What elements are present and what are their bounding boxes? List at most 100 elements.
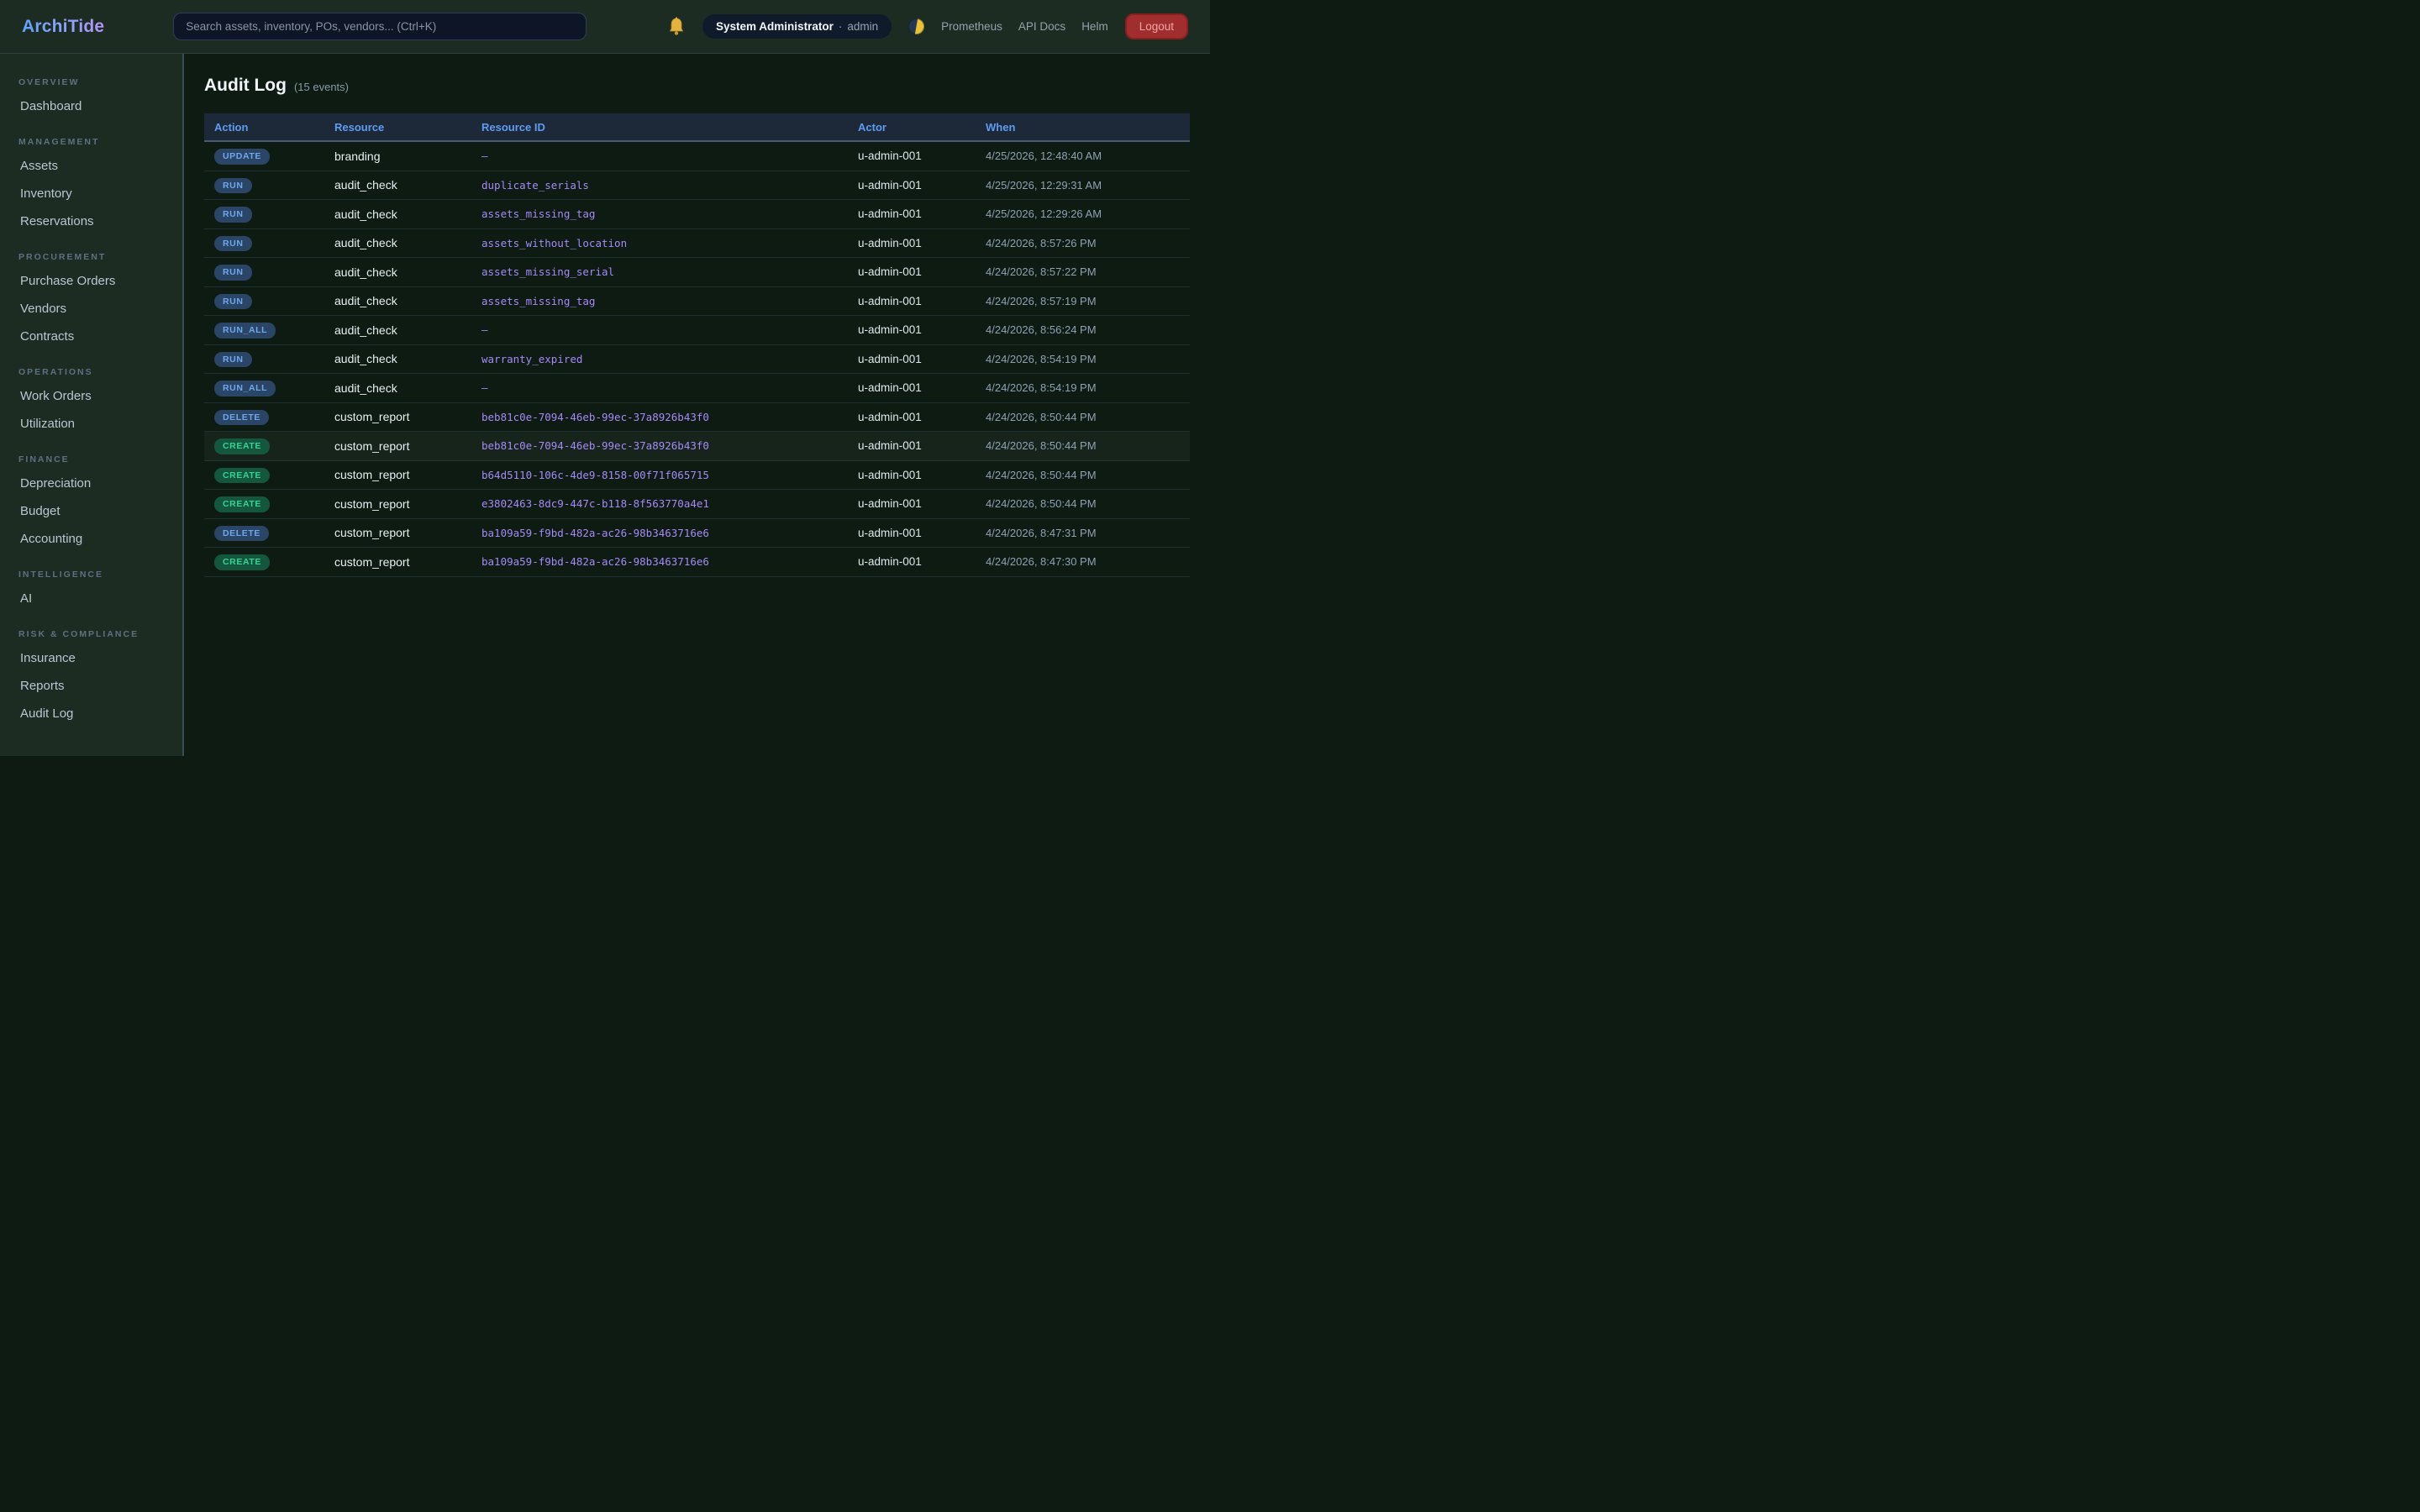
app-shell: OVERVIEWDashboardMANAGEMENTAssetsInvento…	[0, 54, 1210, 756]
sidebar-item-contracts[interactable]: Contracts	[18, 323, 172, 350]
table-row[interactable]: CREATEcustom_reportb64d5110-106c-4de9-81…	[204, 461, 1190, 491]
when-cell: 4/24/2026, 8:50:44 PM	[976, 411, 1190, 423]
action-cell: RUN	[204, 351, 324, 368]
action-cell: RUN	[204, 206, 324, 223]
header-link-prometheus[interactable]: Prometheus	[941, 20, 1002, 33]
actor-cell: u-admin-001	[848, 497, 976, 510]
action-cell: RUN	[204, 235, 324, 252]
sidebar-item-inventory[interactable]: Inventory	[18, 180, 172, 207]
action-cell: CREATE	[204, 496, 324, 512]
actor-cell: u-admin-001	[848, 411, 976, 423]
sidebar-section-procurement: PROCUREMENTPurchase OrdersVendorsContrac…	[18, 252, 172, 350]
resource-cell: audit_check	[324, 294, 471, 307]
actor-cell: u-admin-001	[848, 381, 976, 394]
header-link-api-docs[interactable]: API Docs	[1018, 20, 1065, 33]
resource-cell: custom_report	[324, 468, 471, 481]
table-row[interactable]: DELETEcustom_reportbeb81c0e-7094-46eb-99…	[204, 403, 1190, 433]
sidebar-item-assets[interactable]: Assets	[18, 152, 172, 180]
when-cell: 4/24/2026, 8:57:19 PM	[976, 295, 1190, 307]
sidebar-section-label: FINANCE	[18, 454, 172, 465]
sidebar-item-vendors[interactable]: Vendors	[18, 295, 172, 323]
sidebar-item-work-orders[interactable]: Work Orders	[18, 382, 172, 410]
table-row[interactable]: RUNaudit_checkassets_missing_tagu-admin-…	[204, 200, 1190, 229]
when-cell: 4/24/2026, 8:47:30 PM	[976, 555, 1190, 568]
sidebar-item-budget[interactable]: Budget	[18, 497, 172, 525]
actor-cell: u-admin-001	[848, 265, 976, 278]
table-row[interactable]: RUN_ALLaudit_check–u-admin-0014/24/2026,…	[204, 374, 1190, 403]
resource-id-cell: –	[471, 150, 848, 162]
column-header-when: When	[976, 121, 1190, 134]
sidebar-item-accounting[interactable]: Accounting	[18, 525, 172, 553]
user-badge[interactable]: System Administrator · admin	[702, 14, 892, 39]
when-cell: 4/24/2026, 8:57:26 PM	[976, 237, 1190, 249]
resource-id-cell: ba109a59-f9bd-482a-ac26-98b3463716e6	[471, 555, 848, 568]
logout-button[interactable]: Logout	[1125, 13, 1188, 39]
table-row[interactable]: CREATE custom_reportba109a59-f9bd-482a-ac…	[204, 548, 1190, 577]
page-subtitle: (15 events)	[294, 81, 349, 93]
sidebar-item-insurance[interactable]: Insurance	[18, 644, 172, 672]
resource-cell: audit_check	[324, 178, 471, 192]
action-badge: RUN	[214, 236, 252, 252]
sidebar-item-purchase-orders[interactable]: Purchase Orders	[18, 267, 172, 295]
top-bar: ArchiTide System Administrator · admin P…	[0, 0, 1210, 54]
search-input[interactable]	[173, 13, 587, 40]
resource-id-cell: beb81c0e-7094-46eb-99ec-37a8926b43f0	[471, 439, 848, 452]
when-cell: 4/24/2026, 8:50:44 PM	[976, 439, 1190, 452]
resource-cell: branding	[324, 150, 471, 163]
resource-id-cell: beb81c0e-7094-46eb-99ec-37a8926b43f0	[471, 411, 848, 423]
table-row[interactable]: CREATEcustom_reportbeb81c0e-7094-46eb-99…	[204, 432, 1190, 461]
notification-bell-icon[interactable]	[667, 17, 686, 37]
sidebar-item-ai[interactable]: AI	[18, 585, 172, 612]
theme-toggle-moon-icon[interactable]	[908, 18, 924, 34]
table-row[interactable]: RUNaudit_checkwarranty_expiredu-admin-00…	[204, 345, 1190, 375]
actor-cell: u-admin-001	[848, 469, 976, 481]
action-badge: UPDATE	[214, 149, 270, 165]
resource-id-cell: duplicate_serials	[471, 179, 848, 192]
table-header-row: ActionResourceResource IDActorWhen	[204, 113, 1190, 142]
sidebar-section-intelligence: INTELLIGENCE AI	[18, 570, 172, 612]
table-row[interactable]: UPDATE branding–u-admin-0014/25/2026, 12:…	[204, 142, 1190, 171]
when-cell: 4/25/2026, 12:48:40 AM	[976, 150, 1190, 162]
resource-cell: custom_report	[324, 497, 471, 511]
sidebar-item-reports[interactable]: Reports	[18, 672, 172, 700]
resource-id-cell: assets_missing_tag	[471, 207, 848, 220]
resource-cell: audit_check	[324, 381, 471, 395]
table-row[interactable]: RUNaudit_checkassets_missing_serialu-adm…	[204, 258, 1190, 287]
main-content: Audit Log (15 events) ActionResourceReso…	[184, 54, 1210, 756]
sidebar-item-audit-log[interactable]: Audit Log	[18, 700, 172, 727]
table-row[interactable]: RUN_ALLaudit_check–u-admin-0014/24/2026,…	[204, 316, 1190, 345]
page-title: Audit Log	[204, 76, 287, 96]
table-row[interactable]: CREATEcustom_reporte3802463-8dc9-447c-b1…	[204, 490, 1190, 519]
header-link-helm[interactable]: Helm	[1081, 20, 1108, 33]
table-row[interactable]: RUNaudit_checkduplicate_serialsu-admin-0…	[204, 171, 1190, 201]
table-row[interactable]: DELETEcustom_reportba109a59-f9bd-482a-ac…	[204, 519, 1190, 549]
sidebar-section-overview: OVERVIEWDashboard	[18, 77, 172, 120]
resource-id-cell: ba109a59-f9bd-482a-ac26-98b3463716e6	[471, 527, 848, 539]
actor-cell: u-admin-001	[848, 555, 976, 568]
sidebar-section-finance: FINANCE DepreciationBudgetAccounting	[18, 454, 172, 553]
table-row[interactable]: RUNaudit_checkassets_without_locationu-a…	[204, 229, 1190, 259]
sidebar-item-dashboard[interactable]: Dashboard	[18, 92, 172, 120]
sidebar-item-reservations[interactable]: Reservations	[18, 207, 172, 235]
sidebar-section-risk-compliance: RISK & COMPLIANCEInsuranceReportsAudit L…	[18, 629, 172, 727]
resource-id-cell: –	[471, 381, 848, 394]
resource-id-cell: assets_without_location	[471, 237, 848, 249]
action-badge: CREATE	[214, 554, 270, 570]
sidebar-item-depreciation[interactable]: Depreciation	[18, 470, 172, 497]
when-cell: 4/24/2026, 8:47:31 PM	[976, 527, 1190, 539]
resource-cell: custom_report	[324, 555, 471, 569]
audit-log-table: ActionResourceResource IDActorWhen UPDAT…	[204, 113, 1190, 577]
actor-cell: u-admin-001	[848, 527, 976, 539]
resource-cell: audit_check	[324, 352, 471, 365]
action-badge: CREATE	[214, 496, 270, 512]
sidebar-item-utilization[interactable]: Utilization	[18, 410, 172, 438]
resource-cell: audit_check	[324, 265, 471, 279]
when-cell: 4/24/2026, 8:50:44 PM	[976, 497, 1190, 510]
sidebar-section-label: INTELLIGENCE	[18, 570, 172, 580]
column-header-resource-id: Resource ID	[471, 121, 848, 134]
actor-cell: u-admin-001	[848, 150, 976, 162]
when-cell: 4/24/2026, 8:57:22 PM	[976, 265, 1190, 278]
resource-cell: custom_report	[324, 410, 471, 423]
table-row[interactable]: RUNaudit_checkassets_missing_tagu-admin-…	[204, 287, 1190, 317]
action-cell: RUN	[204, 177, 324, 194]
